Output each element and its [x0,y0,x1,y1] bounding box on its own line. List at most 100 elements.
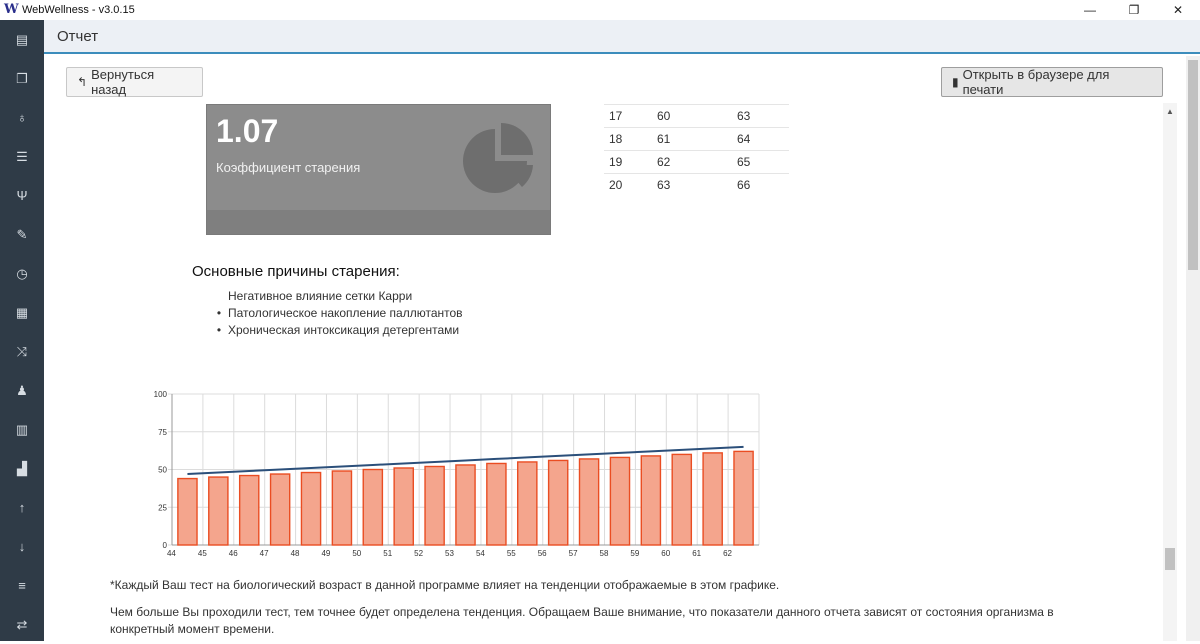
reason-text: Хроническая интоксикация детергентами [228,323,460,337]
calculator-icon[interactable]: ▦ [0,293,44,332]
x-tick-label: 46 [229,549,238,558]
main-content: Отчет ↰ Вернуться назад ▮ Открыть в брау… [44,20,1200,641]
table-cell: 65 [732,150,789,174]
chart-bar [609,456,631,546]
table-cell: 62 [652,150,732,174]
chart-bar [578,458,600,546]
chart-bar [238,474,260,546]
signal-icon[interactable]: ▟ [0,449,44,488]
clock-icon[interactable]: ◷ [0,254,44,293]
page-header: Отчет [44,20,1200,54]
shuffle-icon[interactable]: ⤨ [0,332,44,371]
back-button[interactable]: ↰ Вернуться назад [66,67,203,97]
x-tick-label: 48 [291,549,300,558]
scroll-up-icon[interactable]: ▲ [1166,107,1174,116]
chart-bar [733,450,754,546]
reason-text: Патологическое накопление паллютантов [228,306,463,320]
exchange-icon[interactable]: ⇄ [0,605,44,644]
x-tick-label: 57 [569,549,578,558]
back-button-label: Вернуться назад [91,67,155,97]
x-tick-label: 54 [476,549,485,558]
chart-bar [702,452,723,546]
copy-icon[interactable]: ❐ [0,59,44,98]
bullet: • [216,306,222,320]
window-titlebar: W WebWellness - v3.0.15 — ❐ ✕ [0,0,1200,20]
list-icon[interactable]: ≡ [0,566,44,605]
x-tick-label: 53 [445,549,454,558]
y-tick-label: 50 [158,466,167,475]
chart-bar [208,476,229,546]
pie-chart-icon [463,123,533,193]
aging-coefficient-value: 1.07 [216,113,279,149]
table-row: 17 60 63 [604,104,789,128]
newspaper-icon[interactable]: ▤ [0,20,44,59]
bar-chart-icon[interactable]: ▥ [0,410,44,449]
chart-bar [486,462,507,546]
chart-bar [177,477,198,546]
stethoscope-icon[interactable]: ♁ [0,98,44,137]
sliders-icon[interactable]: ☰ [0,137,44,176]
x-tick-label: 61 [692,549,701,558]
chart-bar [424,465,445,546]
minimize-button[interactable]: — [1068,0,1112,20]
close-button[interactable]: ✕ [1156,0,1200,20]
table-cell: 66 [732,173,789,197]
x-tick-label: 56 [538,549,547,558]
table-cell: 61 [652,127,732,151]
x-tick-label: 59 [630,549,639,558]
report-scrollbar[interactable]: ▲ [1163,103,1177,641]
arrow-up-icon[interactable]: ↑ [0,488,44,527]
person-icon[interactable]: ♟ [0,371,44,410]
table-cell: 18 [604,127,652,151]
chart-note: *Каждый Ваш тест на биологический возрас… [110,578,780,592]
aging-coefficient-box: 1.07 Коэффициент старения [206,104,551,235]
print-button-label: Открыть в браузере для печати [962,67,1110,97]
aging-coefficient-footer [207,210,550,234]
page-title: Отчет [57,27,99,45]
report-scrollbar-thumb[interactable] [1165,548,1175,570]
table-cell: 20 [604,173,652,197]
table-cell: 19 [604,150,652,174]
open-in-browser-button[interactable]: ▮ Открыть в браузере для печати [941,67,1163,97]
x-tick-label: 45 [198,549,207,558]
trend-note: Чем больше Вы проходили тест, тем точнее… [110,605,1054,636]
chart-bar [300,471,322,546]
x-tick-label: 55 [507,549,516,558]
restore-button[interactable]: ❐ [1112,0,1156,20]
page-scrollbar-thumb[interactable] [1188,60,1198,270]
reason-item: • Патологическое накопление паллютантов [210,305,463,322]
reason-text: Негативное влияние сетки Карри [228,289,413,303]
app-logo-icon: W [4,2,19,17]
aging-reasons-title: Основные причины старения: [192,263,400,280]
y-tick-label: 100 [154,390,168,399]
bullet: • [216,323,222,337]
x-tick-label: 52 [414,549,423,558]
chart-bar [393,467,414,546]
x-tick-label: 60 [661,549,670,558]
window-title: WebWellness - v3.0.15 [22,4,135,16]
cutlery-icon[interactable]: Ψ [0,176,44,215]
bullet [210,288,228,305]
sidebar: ▤ ❐ ♁ ☰ Ψ ✎ ◷ ▦ ⤨ ♟ ▥ ▟ ↑ ↓ ≡ ⇄ [0,20,44,641]
chart-bar [517,461,538,546]
x-tick-label: 49 [321,549,330,558]
table-row: 20 63 66 [604,173,789,197]
chart-bar [640,455,662,546]
pencil-icon[interactable]: ✎ [0,215,44,254]
age-trend-chart: 025507510044 45 46 47 48 49 50 51 52 53 54 55 56 57 58… [154,390,760,558]
table-cell: 64 [732,127,789,151]
table-row: 18 61 64 [604,127,789,151]
aging-reasons-list: Негативное влияние сетки Карри • Патологич… [210,288,463,339]
aging-coefficient-label: Коэффициент старения [216,160,361,175]
reason-item: Негативное влияние сетки Карри [210,288,463,305]
sort-icon[interactable]: ↓ [0,527,44,566]
table-cell: 63 [732,104,789,128]
x-tick-label: 58 [600,549,609,558]
table-cell: 17 [604,104,652,128]
page-scrollbar[interactable] [1186,56,1200,641]
table-cell: 63 [652,173,732,197]
x-tick-label: 51 [383,549,392,558]
x-tick-label: 62 [723,549,732,558]
x-tick-label: 50 [352,549,361,558]
chart-bar [455,464,476,546]
